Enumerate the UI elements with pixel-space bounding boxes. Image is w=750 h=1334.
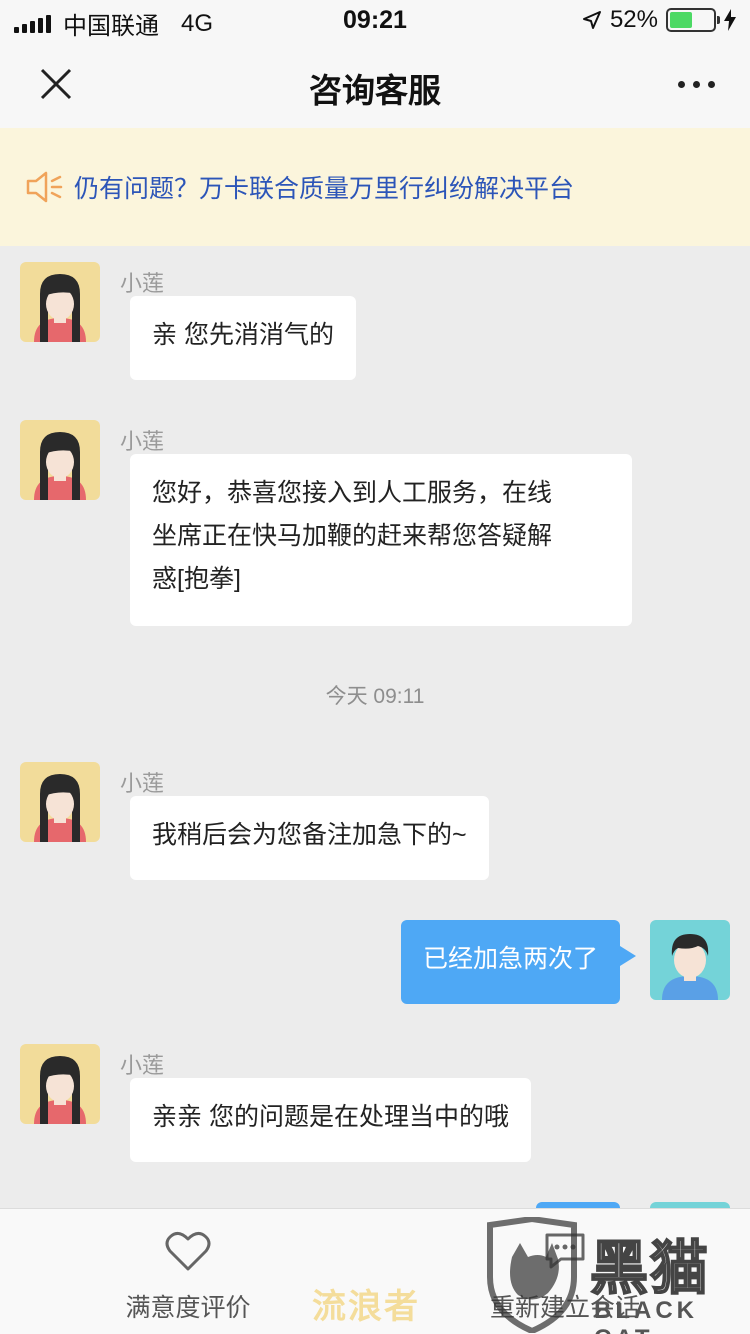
watermark-logo-cn: 黑猫 [589, 1235, 711, 1302]
message-bubble[interactable]: 亲 您先消消气的 [130, 296, 356, 380]
sender-name: 小莲 [120, 429, 165, 454]
message-line: 惑[抱拳] [152, 565, 241, 593]
charging-icon [724, 9, 736, 31]
message-bubble[interactable]: 您好，恭喜您接入到人工服务，在线 坐席正在快马加鞭的赶来帮您答疑解 惑[抱拳] [130, 454, 632, 626]
watermark-text: 流浪者 [312, 1288, 420, 1326]
status-bar: 中国联通 4G 09:21 52% [0, 0, 750, 42]
message-line: 您好，恭喜您接入到人工服务，在线 [152, 479, 553, 507]
my-message-bubble[interactable]: 已经加急两次了 [400, 920, 637, 1004]
bottom-bar: 满意度评价 流浪者 重新建立会话 黑猫 BLACK CAT [0, 1208, 750, 1334]
battery-percent: 52% [609, 6, 658, 33]
nav-bar: 咨询客服 [0, 42, 750, 128]
sender-name: 小莲 [120, 271, 165, 296]
heart-icon [165, 1232, 211, 1271]
message-bubble[interactable]: 我稍后会为您备注加急下的~ [130, 796, 489, 880]
message-line: 坐席正在快马加鞭的赶来帮您答疑解 [152, 522, 553, 550]
agent-avatar[interactable] [20, 420, 100, 500]
watermark-logo-en: BLACK CAT [594, 1297, 698, 1334]
watermark-logo: 黑猫 BLACK CAT [480, 1217, 750, 1334]
chat-list[interactable]: 小莲 亲 您先消消气的 小莲 您好，恭喜您接入到人工服务，在线 坐席正在快马加鞭… [0, 246, 750, 1208]
status-right: 52% [582, 6, 736, 34]
rate-label: 满意度评价 [125, 1294, 251, 1322]
page-title: 咨询客服 [309, 72, 441, 109]
cat-shield-icon [487, 1217, 577, 1333]
agent-avatar[interactable] [20, 262, 100, 342]
sender-name: 小莲 [120, 1053, 165, 1078]
battery-icon [666, 8, 720, 32]
user-avatar[interactable] [650, 920, 730, 1000]
rate-button[interactable]: 满意度评价 [118, 1229, 258, 1324]
location-icon [582, 11, 601, 29]
message-bubble[interactable]: 亲亲 您的问题是在处理当中的哦 [130, 1078, 531, 1162]
sender-name: 小莲 [120, 771, 165, 796]
notice-banner[interactable]: 仍有问题？万卡联合质量万里行纠纷解决平台 [0, 128, 750, 246]
agent-avatar[interactable] [20, 762, 100, 842]
time-divider: 今天 09:11 [325, 685, 425, 708]
notice-text[interactable]: 仍有问题？万卡联合质量万里行纠纷解决平台 [74, 169, 574, 205]
agent-avatar[interactable] [20, 1044, 100, 1124]
speaker-icon [26, 171, 63, 203]
more-icon[interactable] [672, 64, 720, 104]
